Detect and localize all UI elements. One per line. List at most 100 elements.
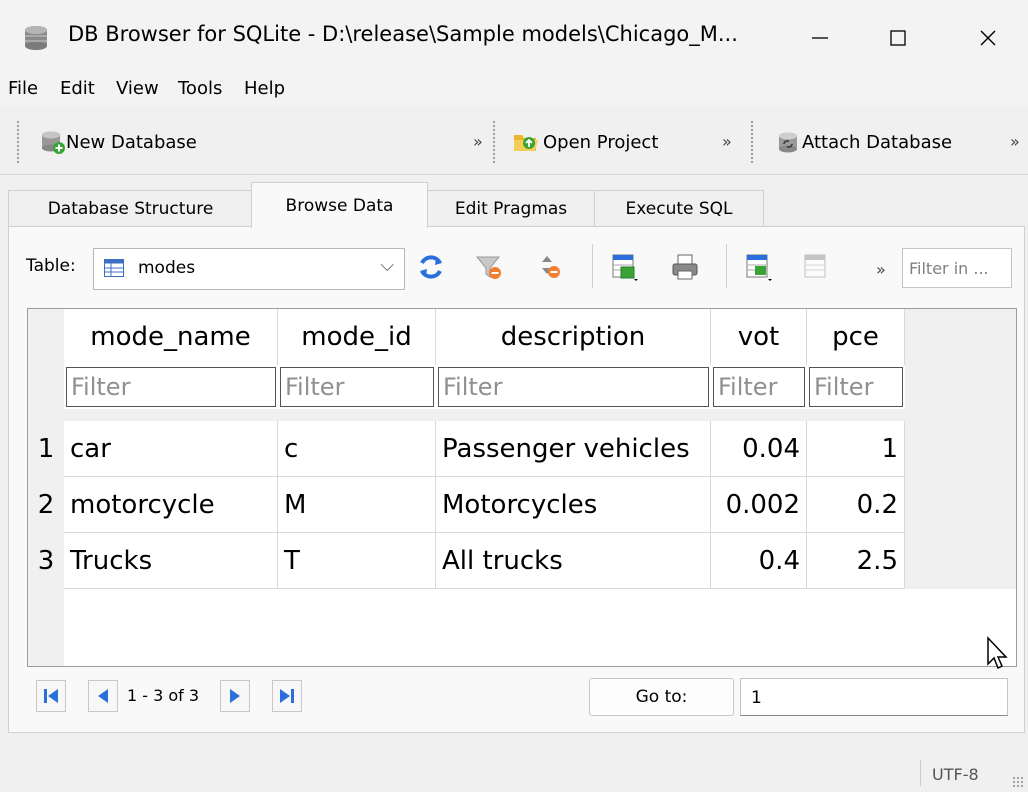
status-separator xyxy=(920,760,921,786)
toolbar-separator xyxy=(592,244,593,288)
attach-database-label: Attach Database xyxy=(802,131,953,153)
toolbar-grip[interactable] xyxy=(16,120,20,164)
previous-page-button[interactable] xyxy=(88,680,118,712)
status-bar xyxy=(0,752,1028,792)
tab-edit-pragmas[interactable]: Edit Pragmas xyxy=(426,190,596,227)
table-cell[interactable]: 2.5 xyxy=(807,533,905,589)
main-toolbar: New Database » Open Project » Attach Dat… xyxy=(0,108,1028,175)
minimize-button[interactable] xyxy=(790,16,850,60)
table-cell[interactable]: M xyxy=(278,477,436,533)
maximize-button[interactable] xyxy=(868,16,928,60)
data-grid: mode_name mode_id description vot pce Fi… xyxy=(27,308,1017,667)
table-cell[interactable]: 0.002 xyxy=(711,477,807,533)
column-header-mode-id[interactable]: mode_id xyxy=(278,309,436,365)
attach-database-icon xyxy=(779,132,797,153)
next-page-button[interactable] xyxy=(220,680,250,712)
menu-edit[interactable]: Edit xyxy=(60,78,95,99)
table-cell[interactable]: 0.2 xyxy=(807,477,905,533)
table-cell[interactable]: Passenger vehicles xyxy=(436,421,711,477)
close-button[interactable] xyxy=(958,16,1018,60)
table-cell[interactable]: 0.4 xyxy=(711,533,807,589)
toolbar-overflow-2[interactable]: » xyxy=(722,132,732,151)
browse-toolbar-overflow[interactable]: » xyxy=(876,260,886,279)
filter-cell-pce: Filter xyxy=(807,365,905,409)
column-header-vot[interactable]: vot xyxy=(711,309,807,365)
table-cell[interactable]: Motorcycles xyxy=(436,477,711,533)
mouse-cursor-icon xyxy=(987,636,1008,670)
table-label: Table: xyxy=(26,256,76,276)
toolbar-grip[interactable] xyxy=(750,120,754,164)
table-cell[interactable]: T xyxy=(278,533,436,589)
tab-label: Database Structure xyxy=(47,199,214,219)
column-header-mode-name[interactable]: mode_name xyxy=(64,309,278,365)
menu-tools[interactable]: Tools xyxy=(178,78,222,99)
refresh-icon xyxy=(420,255,442,279)
column-filter-input[interactable]: Filter xyxy=(280,367,434,407)
tab-database-structure[interactable]: Database Structure xyxy=(8,190,253,227)
toolbar-overflow-1[interactable]: » xyxy=(473,132,483,151)
goto-row-input[interactable]: 1 xyxy=(740,678,1008,716)
table-cell[interactable]: car xyxy=(64,421,278,477)
open-project-label: Open Project xyxy=(543,131,659,153)
clear-sort-icon xyxy=(542,256,560,278)
row-number[interactable]: 3 xyxy=(28,533,64,589)
new-database-label: New Database xyxy=(66,131,197,153)
table-cell[interactable]: c xyxy=(278,421,436,477)
clear-filters-button[interactable] xyxy=(472,250,506,284)
tab-execute-sql[interactable]: Execute SQL xyxy=(594,190,764,227)
column-filter-input[interactable]: Filter xyxy=(713,367,805,407)
column-filter-input[interactable]: Filter xyxy=(809,367,903,407)
record-range: 1 - 3 of 3 xyxy=(127,686,200,705)
toolbar-grip[interactable] xyxy=(492,120,496,164)
last-page-icon xyxy=(280,689,294,703)
grid-empty-area xyxy=(64,589,1016,666)
tab-browse-data[interactable]: Browse Data xyxy=(251,182,428,228)
menu-file[interactable]: File xyxy=(8,78,38,99)
filter-cell-vot: Filter xyxy=(711,365,807,409)
maximize-icon xyxy=(890,30,906,46)
first-page-button[interactable] xyxy=(36,680,66,712)
delete-record-icon xyxy=(804,254,826,278)
column-header-pce[interactable]: pce xyxy=(807,309,905,365)
delete-record-button[interactable] xyxy=(800,250,834,284)
previous-icon xyxy=(98,689,108,703)
menu-bar: File Edit View Tools Help xyxy=(0,76,1028,106)
tab-label: Edit Pragmas xyxy=(454,199,568,219)
minimize-icon xyxy=(812,37,828,39)
attach-database-button[interactable]: Attach Database xyxy=(776,126,952,158)
tab-label: Browse Data xyxy=(285,195,394,216)
row-number[interactable]: 2 xyxy=(28,477,64,533)
global-filter-input[interactable]: Filter in ... xyxy=(902,248,1012,288)
column-filter-input[interactable]: Filter xyxy=(66,367,276,407)
menu-view[interactable]: View xyxy=(116,78,159,99)
table-cell[interactable]: All trucks xyxy=(436,533,711,589)
database-app-icon xyxy=(25,26,47,50)
filter-cell-description: Filter xyxy=(436,365,711,409)
table-cell[interactable]: 1 xyxy=(807,421,905,477)
resize-grip[interactable] xyxy=(1012,776,1024,788)
row-number[interactable]: 1 xyxy=(28,421,64,477)
table-cell[interactable]: Trucks xyxy=(64,533,278,589)
last-page-button[interactable] xyxy=(272,680,302,712)
column-header-description[interactable]: description xyxy=(436,309,711,365)
toolbar-overflow-3[interactable]: » xyxy=(1010,132,1020,151)
refresh-button[interactable] xyxy=(414,250,448,284)
clear-sorting-button[interactable] xyxy=(532,250,566,284)
table-select[interactable]: modes ⌵ xyxy=(93,248,405,290)
goto-button[interactable]: Go to: xyxy=(589,678,734,716)
table-cell[interactable]: motorcycle xyxy=(64,477,278,533)
table-icon xyxy=(104,259,124,277)
insert-record-icon xyxy=(746,254,772,281)
filter-cell-mode-id: Filter xyxy=(278,365,436,409)
table-cell[interactable]: 0.04 xyxy=(711,421,807,477)
column-filter-input[interactable]: Filter xyxy=(438,367,709,407)
open-project-icon xyxy=(514,135,538,151)
print-button[interactable] xyxy=(668,250,702,284)
new-database-button[interactable]: New Database xyxy=(40,126,197,158)
table-select-value: modes xyxy=(138,258,196,278)
save-table-button[interactable] xyxy=(608,250,642,284)
open-project-button[interactable]: Open Project xyxy=(512,126,658,158)
window-title: DB Browser for SQLite - D:\release\Sampl… xyxy=(68,22,738,46)
menu-help[interactable]: Help xyxy=(244,78,285,99)
insert-record-button[interactable] xyxy=(742,250,776,284)
